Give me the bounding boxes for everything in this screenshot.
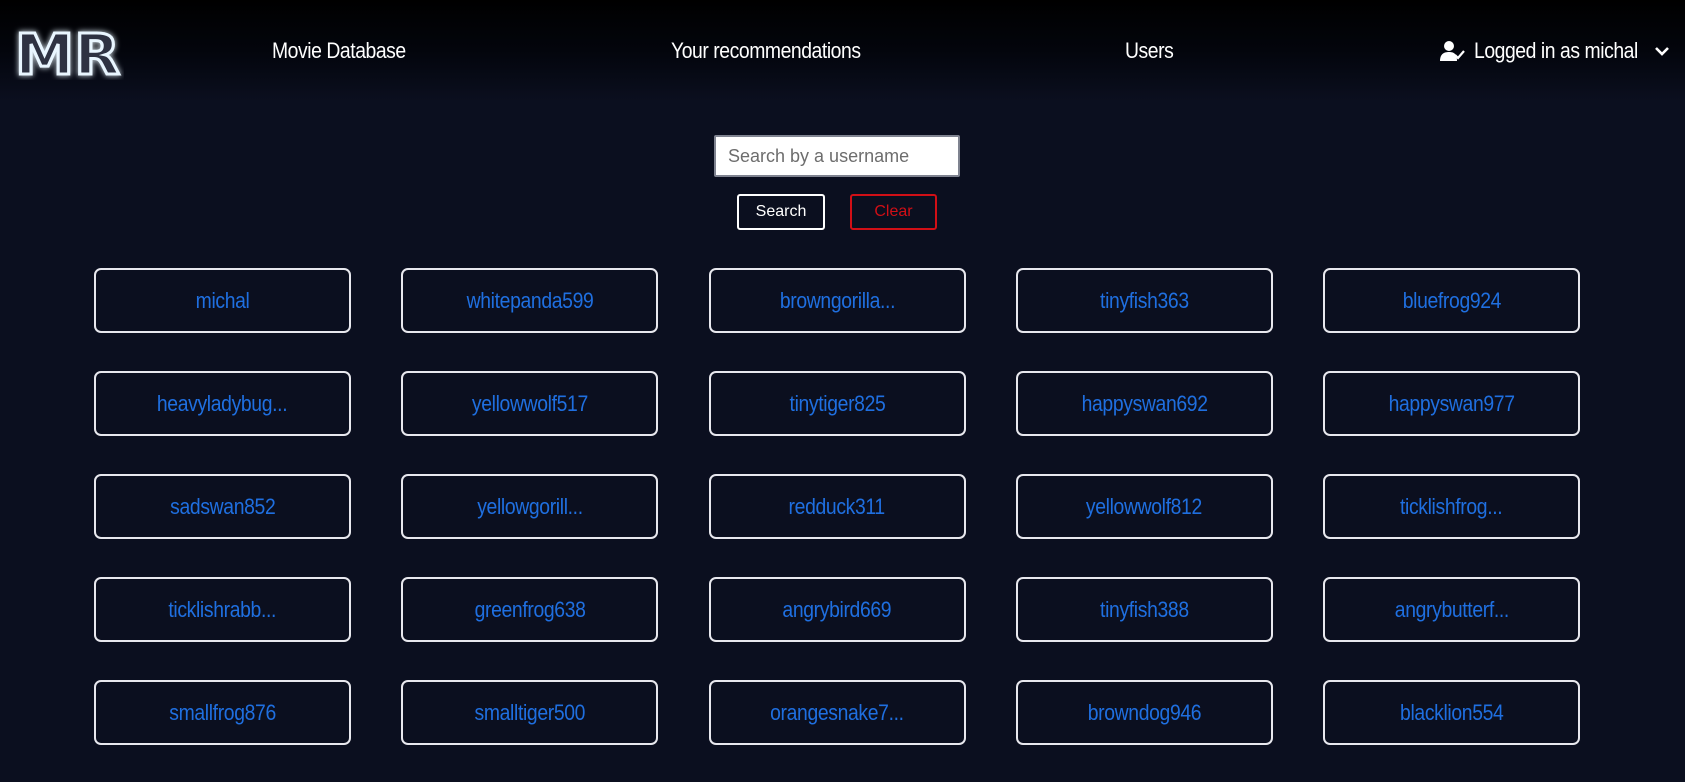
user-card[interactable]: tinyfish363 xyxy=(1015,268,1273,333)
user-menu-label: Logged in as michal xyxy=(1474,38,1638,63)
user-card[interactable]: browngorilla... xyxy=(708,268,966,333)
username-link[interactable]: orangesnake7... xyxy=(770,700,904,726)
username-link[interactable]: yellowwolf812 xyxy=(1086,494,1202,520)
clear-button[interactable]: Clear xyxy=(850,194,937,230)
nav-your-recommendations[interactable]: Your recommendations xyxy=(671,38,861,64)
user-card[interactable]: tinytiger825 xyxy=(708,371,966,436)
username-link[interactable]: happyswan692 xyxy=(1081,391,1207,417)
user-card[interactable]: redduck311 xyxy=(708,474,966,539)
user-card[interactable]: yellowgorill... xyxy=(401,474,659,539)
username-link[interactable]: ticklishfrog... xyxy=(1400,494,1503,520)
username-link[interactable]: whitepanda599 xyxy=(466,288,593,314)
username-link[interactable]: redduck311 xyxy=(789,494,886,520)
username-link[interactable]: browngorilla... xyxy=(779,288,895,314)
username-link[interactable]: tinyfish363 xyxy=(1100,288,1189,314)
username-link[interactable]: smalltiger500 xyxy=(474,700,585,726)
nav-movie-database[interactable]: Movie Database xyxy=(272,38,406,64)
chevron-down-icon xyxy=(1655,47,1670,56)
user-card[interactable]: happyswan977 xyxy=(1323,371,1580,436)
username-link[interactable]: smallfrog876 xyxy=(169,700,276,726)
username-link[interactable]: blacklion554 xyxy=(1400,700,1504,726)
username-link[interactable]: tinyfish388 xyxy=(1100,597,1189,623)
user-card[interactable]: smallfrog876 xyxy=(94,680,351,745)
logo-text: MR xyxy=(15,23,120,80)
username-link[interactable]: tinytiger825 xyxy=(789,391,885,417)
user-card[interactable]: happyswan692 xyxy=(1015,371,1273,436)
username-link[interactable]: greenfrog638 xyxy=(474,597,585,623)
user-check-icon xyxy=(1440,41,1465,61)
user-card[interactable]: browndog946 xyxy=(1015,680,1273,745)
username-link[interactable]: browndog946 xyxy=(1088,700,1202,726)
search-button[interactable]: Search xyxy=(737,194,825,230)
navbar: MR Movie Database Your recommendations U… xyxy=(0,0,1685,101)
user-card[interactable]: heavyladybug... xyxy=(94,371,351,436)
username-link[interactable]: michal xyxy=(196,288,250,314)
user-card[interactable]: angrybutterf... xyxy=(1323,577,1580,642)
user-card[interactable]: yellowwolf812 xyxy=(1015,474,1273,539)
username-link[interactable]: bluefrog924 xyxy=(1402,288,1501,314)
user-card[interactable]: whitepanda599 xyxy=(401,268,659,333)
user-card[interactable]: ticklishrabb... xyxy=(94,577,351,642)
user-card[interactable]: angrybird669 xyxy=(708,577,966,642)
username-link[interactable]: sadswan852 xyxy=(170,494,276,520)
user-card[interactable]: ticklishfrog... xyxy=(1323,474,1580,539)
username-link[interactable]: angrybird669 xyxy=(783,597,892,623)
user-card[interactable]: blacklion554 xyxy=(1323,680,1580,745)
user-card[interactable]: orangesnake7... xyxy=(708,680,966,745)
username-link[interactable]: heavyladybug... xyxy=(157,391,288,417)
user-card[interactable]: sadswan852 xyxy=(94,474,351,539)
username-link[interactable]: yellowwolf517 xyxy=(472,391,588,417)
mr-logo[interactable]: MR xyxy=(12,22,124,80)
username-link[interactable]: happyswan977 xyxy=(1388,391,1514,417)
username-link[interactable]: yellowgorill... xyxy=(477,494,583,520)
user-card[interactable]: yellowwolf517 xyxy=(401,371,659,436)
user-grid: michal whitepanda599 browngorilla... tin… xyxy=(94,268,1580,745)
nav-users[interactable]: Users xyxy=(1125,38,1174,64)
user-card[interactable]: bluefrog924 xyxy=(1323,268,1580,333)
username-search-input[interactable] xyxy=(714,135,960,177)
user-card[interactable]: michal xyxy=(94,268,351,333)
user-card[interactable]: smalltiger500 xyxy=(401,680,659,745)
user-card[interactable]: greenfrog638 xyxy=(401,577,659,642)
user-menu[interactable]: Logged in as michal xyxy=(1440,38,1670,64)
username-link[interactable]: angrybutterf... xyxy=(1394,597,1509,623)
username-link[interactable]: ticklishrabb... xyxy=(169,597,277,623)
user-card[interactable]: tinyfish388 xyxy=(1015,577,1273,642)
